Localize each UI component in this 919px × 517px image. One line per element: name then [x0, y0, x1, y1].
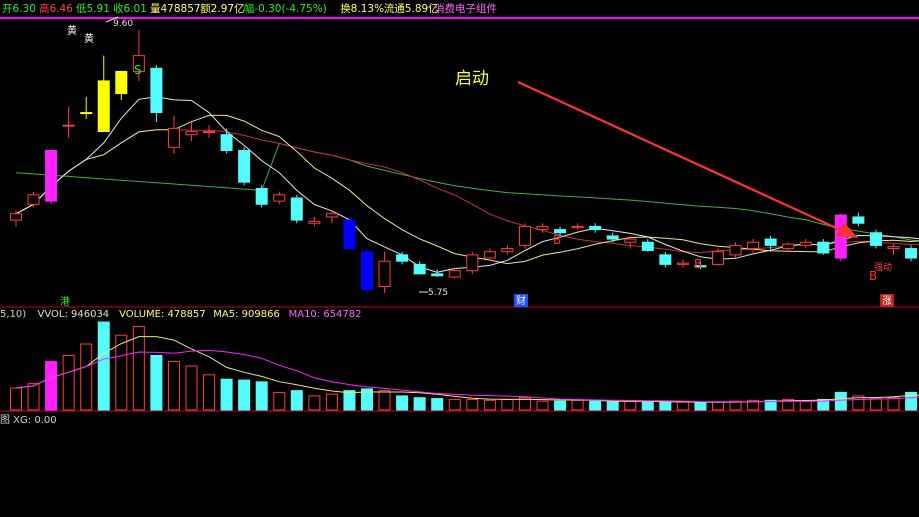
- candle: [45, 150, 58, 205]
- start-label: 启动: [455, 69, 489, 89]
- volume-bar: [869, 398, 882, 411]
- low-price-label: 5.75: [428, 288, 448, 298]
- candle: [343, 216, 356, 250]
- volume-bar: [887, 397, 900, 411]
- header-item: 量478857: [150, 3, 201, 15]
- header-item: 收6.01: [113, 2, 147, 15]
- volume-bar: [203, 374, 216, 411]
- price-header: 开6.30 高6.46 低5.91 收6.01 量478857 额2.97亿 幅-0.30(…: [2, 2, 497, 15]
- volume-legend-item: MA5: 909866: [213, 309, 280, 320]
- header-item: 高6.46: [39, 2, 73, 15]
- zhang-tag: 涨: [882, 295, 892, 307]
- b-mark: B: [694, 257, 702, 271]
- volume-bar: [712, 401, 724, 411]
- volume-bar: [343, 390, 356, 411]
- volume-legend: 5,10) VVOL: 946034 VOLUME: 478857 MA5: 9098…: [0, 309, 362, 320]
- volume-bar: [799, 400, 812, 411]
- indicator-legend: 图 XG: 0.00: [0, 414, 57, 426]
- volume-bar: [97, 321, 110, 411]
- volume-bar: [536, 400, 549, 411]
- volume-bar: [378, 390, 391, 411]
- volume-bar: [448, 398, 461, 411]
- volume-bar: [10, 387, 22, 411]
- candle: [238, 147, 251, 186]
- header-item: 换8.13%: [340, 2, 384, 15]
- volume-bar: [431, 398, 444, 411]
- volume-bar: [641, 401, 654, 411]
- volume-bar: [501, 398, 514, 411]
- cai-tag: 财: [516, 294, 526, 307]
- volume-bar: [834, 391, 847, 411]
- volume-legend-item: VOLUME: 478857: [119, 309, 206, 320]
- volume-bar: [290, 390, 303, 411]
- volume-bar: [27, 383, 40, 411]
- b-mark: B: [553, 233, 561, 247]
- candle: [518, 223, 531, 249]
- candle: [361, 248, 373, 293]
- volume-bar: [554, 400, 567, 411]
- xiangling-mark: 强动: [874, 262, 892, 273]
- candle: [834, 213, 847, 262]
- volume-legend-item: VVOL: 946034: [38, 309, 110, 320]
- volume-bar: [413, 397, 426, 411]
- volume-bar: [659, 401, 672, 411]
- stock-chart: 开6.30 高6.46 低5.91 收6.01 量478857 额2.97亿 幅-0.30(…: [0, 0, 919, 517]
- volume-bar: [483, 399, 496, 411]
- header-item: 低5.91: [76, 2, 110, 15]
- header-item: 消费电子组件: [434, 2, 497, 15]
- volume-bar: [308, 395, 321, 411]
- volume-bar: [606, 401, 619, 411]
- volume-bar: [185, 365, 198, 411]
- candle: [869, 229, 882, 249]
- header-item: 额2.97亿: [200, 2, 244, 15]
- volume-bar: [694, 402, 707, 411]
- volume-bar: [589, 400, 602, 411]
- volume-bar: [80, 343, 93, 411]
- header-item: 流通5.89亿: [384, 2, 439, 15]
- huang-mark-2: 黄: [84, 32, 94, 45]
- volume-legend-item: MA10: 654782: [289, 309, 362, 320]
- volume-legend-item: 5,10): [0, 309, 26, 320]
- volume-bar: [273, 391, 286, 411]
- volume-bar: [624, 400, 637, 411]
- volume-bar: [238, 379, 251, 411]
- s-mark: S: [134, 63, 142, 77]
- volume-bar: [325, 393, 338, 411]
- candle: [255, 185, 268, 208]
- volume-bar: [396, 395, 409, 411]
- volume-bar: [45, 361, 58, 411]
- volume-bar: [132, 325, 145, 411]
- volume-bar: [466, 398, 479, 411]
- candle: [466, 251, 479, 274]
- volume-bar: [571, 399, 584, 411]
- volume-bar: [220, 378, 233, 411]
- header-item: 开6.30: [2, 3, 36, 15]
- volume-bar: [62, 354, 75, 411]
- volume-bar: [115, 334, 128, 411]
- volume-bar: [167, 361, 180, 411]
- high-price-label: 9.60: [113, 19, 133, 29]
- volume-bar: [255, 381, 268, 411]
- indicator-legend-item: 图 XG: 0.00: [0, 414, 57, 426]
- volume-bar: [150, 354, 163, 411]
- gang-tag: 港: [60, 296, 70, 308]
- volume-bar: [676, 401, 689, 411]
- header-item: 幅-0.30(-4.75%): [244, 2, 327, 15]
- candle: [290, 194, 303, 224]
- huang-mark-1: 黄: [67, 24, 77, 37]
